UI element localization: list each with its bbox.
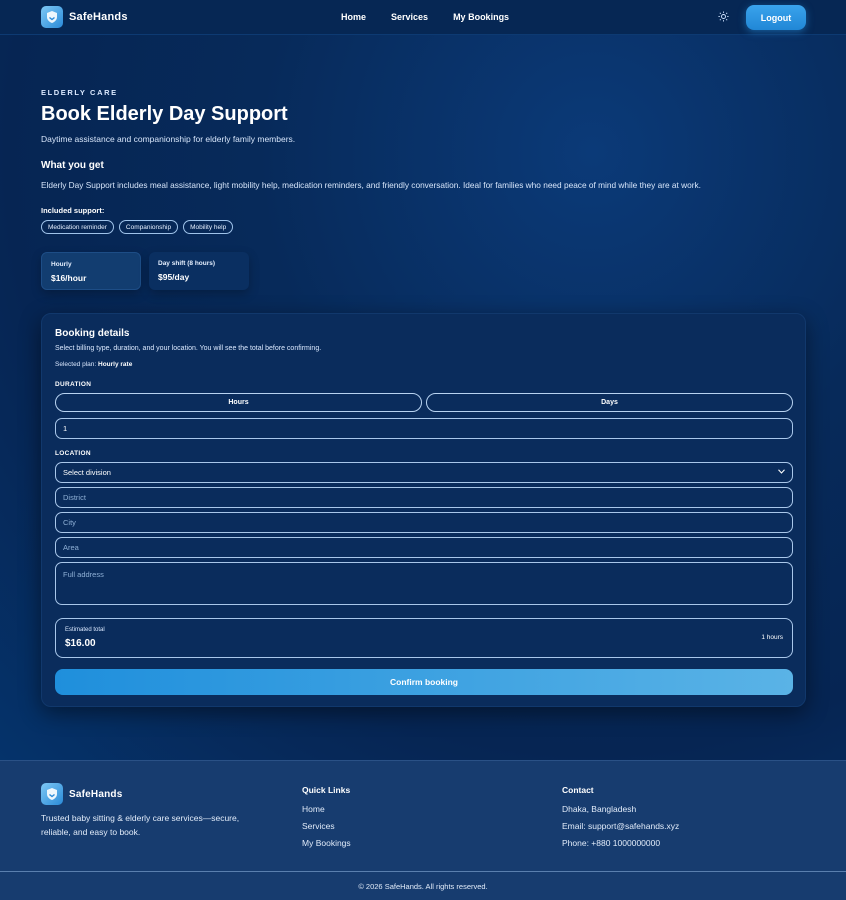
nav-links: Home Services My Bookings bbox=[341, 12, 534, 22]
estimated-total-label: Estimated total bbox=[65, 627, 105, 633]
contact-email: Email: support@safehands.xyz bbox=[562, 821, 680, 831]
chip-medication-reminder: Medication reminder bbox=[41, 220, 114, 234]
page-title: Book Elderly Day Support bbox=[41, 103, 288, 125]
plan-price: $95/day bbox=[158, 272, 190, 282]
duration-input[interactable] bbox=[55, 418, 793, 439]
included-support-label: Included support: bbox=[41, 206, 105, 215]
plan-card-hourly[interactable]: Hourly $16/hour bbox=[41, 252, 141, 290]
top-navbar: SafeHands Home Services My Bookings Logo… bbox=[0, 0, 846, 35]
brand-name: SafeHands bbox=[69, 11, 128, 23]
contact-heading: Contact bbox=[562, 785, 594, 795]
plan-price: $16/hour bbox=[51, 273, 87, 283]
footer-description: Trusted baby sitting & elderly care serv… bbox=[41, 813, 240, 837]
confirm-booking-button[interactable]: Confirm booking bbox=[55, 669, 793, 695]
footer-link-services[interactable]: Services bbox=[302, 821, 335, 831]
logout-button[interactable]: Logout bbox=[746, 5, 806, 30]
chevron-down-icon bbox=[778, 469, 785, 476]
duration-label: DURATION bbox=[55, 381, 92, 388]
contact-location: Dhaka, Bangladesh bbox=[562, 804, 637, 814]
chip-mobility-help: Mobility help bbox=[183, 220, 234, 234]
contact-phone: Phone: +880 1000000000 bbox=[562, 838, 661, 848]
area-input[interactable] bbox=[55, 537, 793, 558]
full-address-textarea[interactable] bbox=[55, 562, 793, 605]
city-input[interactable] bbox=[55, 512, 793, 533]
estimated-total-value: $16.00 bbox=[65, 638, 96, 649]
site-footer: SafeHands Trusted baby sitting & elderly… bbox=[0, 760, 846, 900]
sun-icon[interactable] bbox=[717, 11, 729, 23]
selected-plan-value: Hourly rate bbox=[98, 361, 133, 368]
copyright: © 2026 SafeHands. All rights reserved. bbox=[358, 882, 488, 891]
selected-plan-label: Selected plan: bbox=[55, 361, 97, 368]
eyebrow-label: ELDERLY CARE bbox=[41, 88, 118, 97]
booking-subtitle: Select billing type, duration, and your … bbox=[55, 345, 322, 352]
duration-days-button[interactable]: Days bbox=[426, 393, 793, 412]
plan-card-day-shift[interactable]: Day shift (8 hours) $95/day bbox=[149, 252, 249, 290]
footer-link-my-bookings[interactable]: My Bookings bbox=[302, 838, 351, 848]
shield-hand-icon bbox=[41, 783, 63, 805]
what-you-get-heading: What you get bbox=[41, 160, 104, 171]
estimated-total-box: Estimated total $16.00 1 hours bbox=[55, 618, 793, 658]
division-select-value: Select division bbox=[63, 468, 111, 477]
booking-details-card: Booking details Select billing type, dur… bbox=[41, 313, 806, 707]
division-select[interactable]: Select division bbox=[55, 462, 793, 483]
estimated-hours: 1 hours bbox=[761, 634, 783, 641]
service-description: Elderly Day Support includes meal assist… bbox=[41, 180, 701, 190]
selected-plan: Selected plan: Hourly rate bbox=[55, 361, 132, 368]
nav-link-services[interactable]: Services bbox=[391, 12, 428, 22]
booking-title: Booking details bbox=[55, 328, 130, 339]
footer-brand-name: SafeHands bbox=[69, 788, 123, 800]
included-support-chips: Medication reminder Companionship Mobili… bbox=[41, 220, 234, 234]
nav-link-home[interactable]: Home bbox=[341, 12, 366, 22]
shield-hand-icon bbox=[41, 6, 63, 28]
footer-divider bbox=[0, 871, 846, 872]
nav-link-my-bookings[interactable]: My Bookings bbox=[453, 12, 509, 22]
chip-companionship: Companionship bbox=[118, 220, 179, 234]
page-subtitle: Daytime assistance and companionship for… bbox=[41, 134, 296, 144]
duration-hours-button[interactable]: Hours bbox=[55, 393, 422, 412]
plan-name: Hourly bbox=[51, 261, 72, 268]
district-input[interactable] bbox=[55, 487, 793, 508]
footer-link-home[interactable]: Home bbox=[302, 804, 325, 814]
quick-links-heading: Quick Links bbox=[302, 785, 351, 795]
brand-logo[interactable]: SafeHands bbox=[41, 6, 128, 28]
location-label: LOCATION bbox=[55, 450, 91, 457]
footer-brand-logo[interactable]: SafeHands bbox=[41, 783, 123, 805]
plan-name: Day shift (8 hours) bbox=[158, 260, 216, 267]
